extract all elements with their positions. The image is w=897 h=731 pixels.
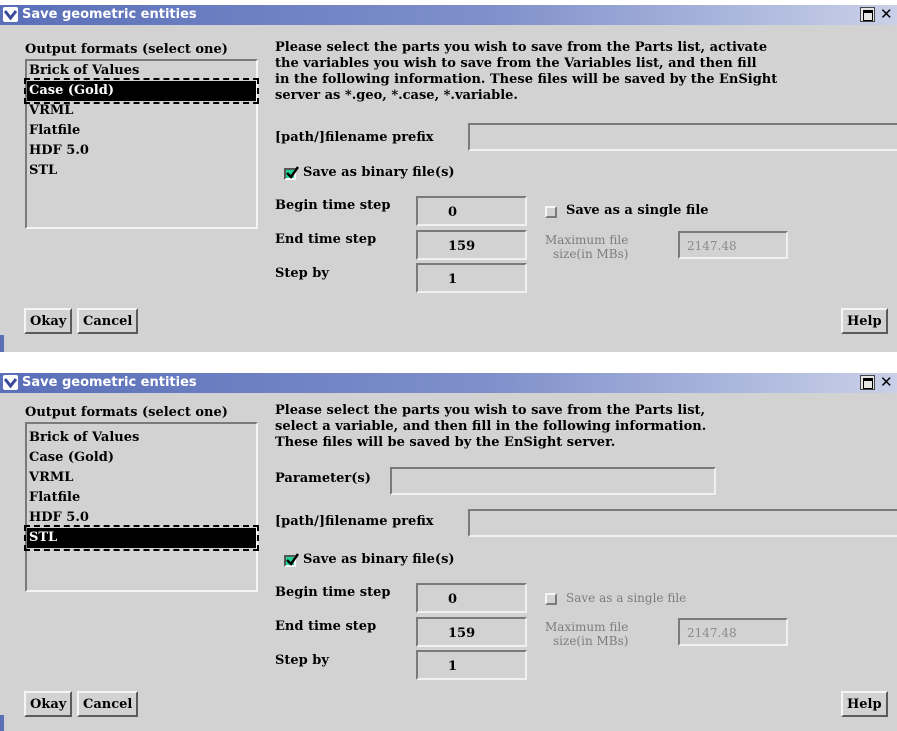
max-file-size-input: 2147.48 (678, 231, 788, 259)
save-binary-checkbox[interactable] (284, 166, 299, 180)
instruction-line: Please select the parts you wish to save… (275, 40, 768, 55)
checkmark-icon (286, 553, 299, 566)
maximize-icon[interactable] (860, 7, 875, 22)
format-item-brick-of-values[interactable]: Brick of Values (27, 61, 256, 81)
cancel-button[interactable]: Cancel (77, 691, 139, 717)
step-by-input[interactable]: 1 (416, 263, 527, 293)
output-formats-list[interactable]: Brick of Values Case (Gold) VRML Flatfil… (24, 422, 259, 592)
begin-time-step-input[interactable]: 0 (416, 583, 527, 613)
window-menu-icon[interactable] (3, 375, 18, 390)
format-item-hdf5[interactable]: HDF 5.0 (27, 508, 256, 528)
filename-prefix-input[interactable] (468, 123, 897, 151)
window-edge (0, 335, 4, 352)
save-binary-label[interactable]: Save as binary file(s) (303, 552, 455, 567)
filename-prefix-label: [path/]filename prefix (275, 130, 434, 145)
end-time-step-label: End time step (275, 232, 377, 247)
help-button[interactable]: Help (841, 691, 888, 717)
step-by-label: Step by (275, 653, 329, 668)
maximize-icon[interactable] (860, 375, 875, 390)
title-bar[interactable]: Save geometric entities ✕ (0, 373, 897, 393)
checkmark-icon (286, 166, 299, 179)
instructions-text: Please select the parts you wish to save… (275, 40, 885, 104)
format-item-case-gold[interactable]: Case (Gold) (24, 78, 259, 104)
format-item-flatfile[interactable]: Flatfile (27, 488, 256, 508)
close-icon[interactable]: ✕ (880, 375, 895, 390)
end-time-step-input[interactable]: 159 (416, 230, 527, 260)
step-by-input[interactable]: 1 (416, 650, 527, 680)
end-time-step-input[interactable]: 159 (416, 617, 527, 647)
max-file-size-label-line: Maximum file (545, 620, 629, 634)
format-item-brick-of-values[interactable]: Brick of Values (27, 428, 256, 448)
filename-prefix-label: [path/]filename prefix (275, 514, 434, 529)
parameters-input[interactable] (390, 467, 716, 495)
format-item-flatfile[interactable]: Flatfile (27, 121, 256, 141)
save-dialog-case-gold: Save geometric entities ✕ Output formats… (0, 5, 897, 352)
okay-button[interactable]: Okay (24, 308, 73, 334)
max-file-size-label-line: size(in MBs) (553, 247, 629, 261)
instruction-line: These files will be saved by the EnSight… (275, 435, 616, 450)
cancel-button[interactable]: Cancel (77, 308, 139, 334)
output-formats-label: Output formats (select one) (25, 42, 228, 57)
format-item-stl[interactable]: STL (24, 525, 259, 551)
format-item-stl[interactable]: STL (27, 161, 256, 181)
max-file-size-label-line: size(in MBs) (553, 634, 629, 648)
save-binary-checkbox[interactable] (284, 553, 299, 567)
format-item-hdf5[interactable]: HDF 5.0 (27, 141, 256, 161)
end-time-step-label: End time step (275, 619, 377, 634)
window-title: Save geometric entities (22, 7, 197, 22)
instruction-line: in the following information. These file… (275, 72, 778, 87)
output-formats-list[interactable]: Brick of Values Case (Gold) VRML Flatfil… (24, 59, 259, 229)
save-binary-label[interactable]: Save as binary file(s) (303, 165, 455, 180)
window-title: Save geometric entities (22, 375, 197, 390)
single-file-label[interactable]: Save as a single file (566, 203, 709, 218)
instruction-line: select a variable, and then fill in the … (275, 419, 707, 434)
max-file-size-label-line: Maximum file (545, 233, 629, 247)
window-edge (0, 715, 4, 731)
instruction-line: the variables you wish to save from the … (275, 56, 757, 71)
instructions-text: Please select the parts you wish to save… (275, 403, 885, 451)
max-file-size-label: Maximum file size(in MBs) (545, 620, 628, 648)
begin-time-step-input[interactable]: 0 (416, 196, 527, 226)
format-item-case-gold[interactable]: Case (Gold) (27, 448, 256, 468)
begin-time-step-label: Begin time step (275, 585, 391, 600)
okay-button[interactable]: Okay (24, 691, 73, 717)
instruction-line: Please select the parts you wish to save… (275, 403, 706, 418)
filename-prefix-input[interactable] (468, 509, 897, 537)
single-file-checkbox (545, 593, 557, 605)
max-file-size-input: 2147.48 (678, 618, 788, 646)
format-item-vrml[interactable]: VRML (27, 101, 256, 121)
output-formats-label: Output formats (select one) (25, 405, 228, 420)
close-icon[interactable]: ✕ (880, 7, 895, 22)
parameters-label: Parameter(s) (275, 471, 371, 486)
single-file-checkbox[interactable] (545, 206, 557, 218)
begin-time-step-label: Begin time step (275, 198, 391, 213)
instruction-line: server as *.geo, *.case, *.variable. (275, 88, 518, 103)
help-button[interactable]: Help (841, 308, 888, 334)
step-by-label: Step by (275, 266, 329, 281)
window-menu-icon[interactable] (3, 7, 18, 22)
single-file-label: Save as a single file (566, 591, 687, 605)
max-file-size-label: Maximum file size(in MBs) (545, 233, 628, 261)
save-dialog-stl: Save geometric entities ✕ Output formats… (0, 373, 897, 731)
format-item-vrml[interactable]: VRML (27, 468, 256, 488)
title-bar[interactable]: Save geometric entities ✕ (0, 5, 897, 25)
